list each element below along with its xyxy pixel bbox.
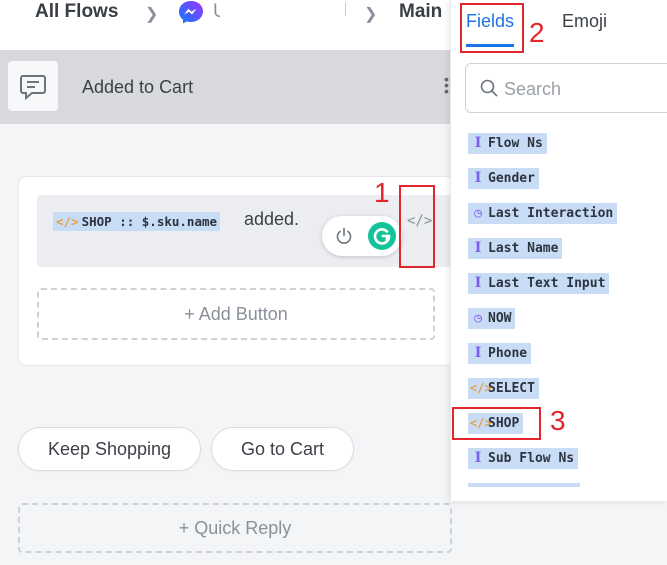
annotation-number-2: 2 xyxy=(529,17,545,48)
power-icon[interactable] xyxy=(334,226,354,246)
chevron-right-icon: ❯ xyxy=(145,6,159,23)
field-last-text-input[interactable]: I Last Text Input xyxy=(468,273,610,294)
more-options-icon[interactable]: • • • xyxy=(444,72,449,98)
field-select[interactable]: </>SELECT xyxy=(468,378,539,399)
field-next-partial[interactable] xyxy=(468,483,580,487)
field-label: Gender xyxy=(488,171,535,186)
tab-emoji[interactable]: Emoji xyxy=(562,11,607,32)
text-icon: I xyxy=(474,170,482,186)
grammarly-widget[interactable] xyxy=(322,216,402,256)
chevron-right-icon: ❯ xyxy=(364,6,378,23)
clock-icon: ◷ xyxy=(474,206,482,221)
field-sub-flow-ns[interactable]: I Sub Flow Ns xyxy=(468,448,579,469)
add-button[interactable]: + Add Button xyxy=(37,288,435,340)
text-icon: I xyxy=(474,450,482,466)
code-icon: </> xyxy=(56,214,79,229)
step-header: Added to Cart • • • xyxy=(0,50,472,124)
breadcrumb-main[interactable]: Main xyxy=(399,0,442,26)
field-label: Flow Ns xyxy=(488,136,543,151)
code-icon: </> xyxy=(470,381,492,395)
annotation-number-1: 1 xyxy=(374,177,390,208)
annotation-box-1 xyxy=(399,185,435,268)
search-placeholder: Search xyxy=(504,79,562,99)
message-text: added. xyxy=(244,209,300,229)
messenger-icon xyxy=(179,1,203,24)
field-flow-ns[interactable]: I Flow Ns xyxy=(468,133,547,154)
field-now[interactable]: ◷ NOW xyxy=(468,308,516,329)
text-icon: I xyxy=(474,240,482,256)
field-label: NOW xyxy=(488,311,512,326)
field-label: SELECT xyxy=(488,381,535,396)
text-icon: I xyxy=(474,345,482,361)
quick-reply-go-to-cart[interactable]: Go to Cart xyxy=(211,427,354,471)
quick-reply-keep-shopping[interactable]: Keep Shopping xyxy=(18,427,201,471)
variable-chip[interactable]: </> SHOP :: $.sku.name xyxy=(53,212,221,231)
breadcrumb-all-flows[interactable]: All Flows xyxy=(35,0,118,26)
field-label: Last Name xyxy=(488,241,559,256)
field-label: Last Text Input xyxy=(488,276,606,291)
field-label: Phone xyxy=(488,346,528,361)
message-icon xyxy=(8,61,58,111)
clock-icon: ◷ xyxy=(474,311,482,326)
field-last-interaction[interactable]: ◷ Last Interaction xyxy=(468,203,618,224)
search-icon xyxy=(480,79,498,97)
text-icon: I xyxy=(474,275,482,291)
field-phone[interactable]: I Phone xyxy=(468,343,532,364)
field-label: Sub Flow Ns xyxy=(488,451,575,466)
step-title: Added to Cart xyxy=(82,77,194,97)
search-field[interactable]: Search xyxy=(465,63,667,113)
annotation-box-3 xyxy=(452,407,541,440)
divider xyxy=(345,2,346,16)
field-gender[interactable]: I Gender xyxy=(468,168,539,189)
variable-chip-label: SHOP :: $.sku.name xyxy=(81,214,218,229)
text-icon: I xyxy=(474,135,482,151)
grammarly-icon[interactable] xyxy=(368,222,396,250)
field-last-name[interactable]: I Last Name xyxy=(468,238,563,259)
redacted-region xyxy=(220,0,346,40)
annotation-number-3: 3 xyxy=(550,405,566,436)
annotation-box-2 xyxy=(460,3,524,53)
add-quick-reply-button[interactable]: + Quick Reply xyxy=(18,503,452,553)
field-label: Last Interaction xyxy=(488,206,614,221)
